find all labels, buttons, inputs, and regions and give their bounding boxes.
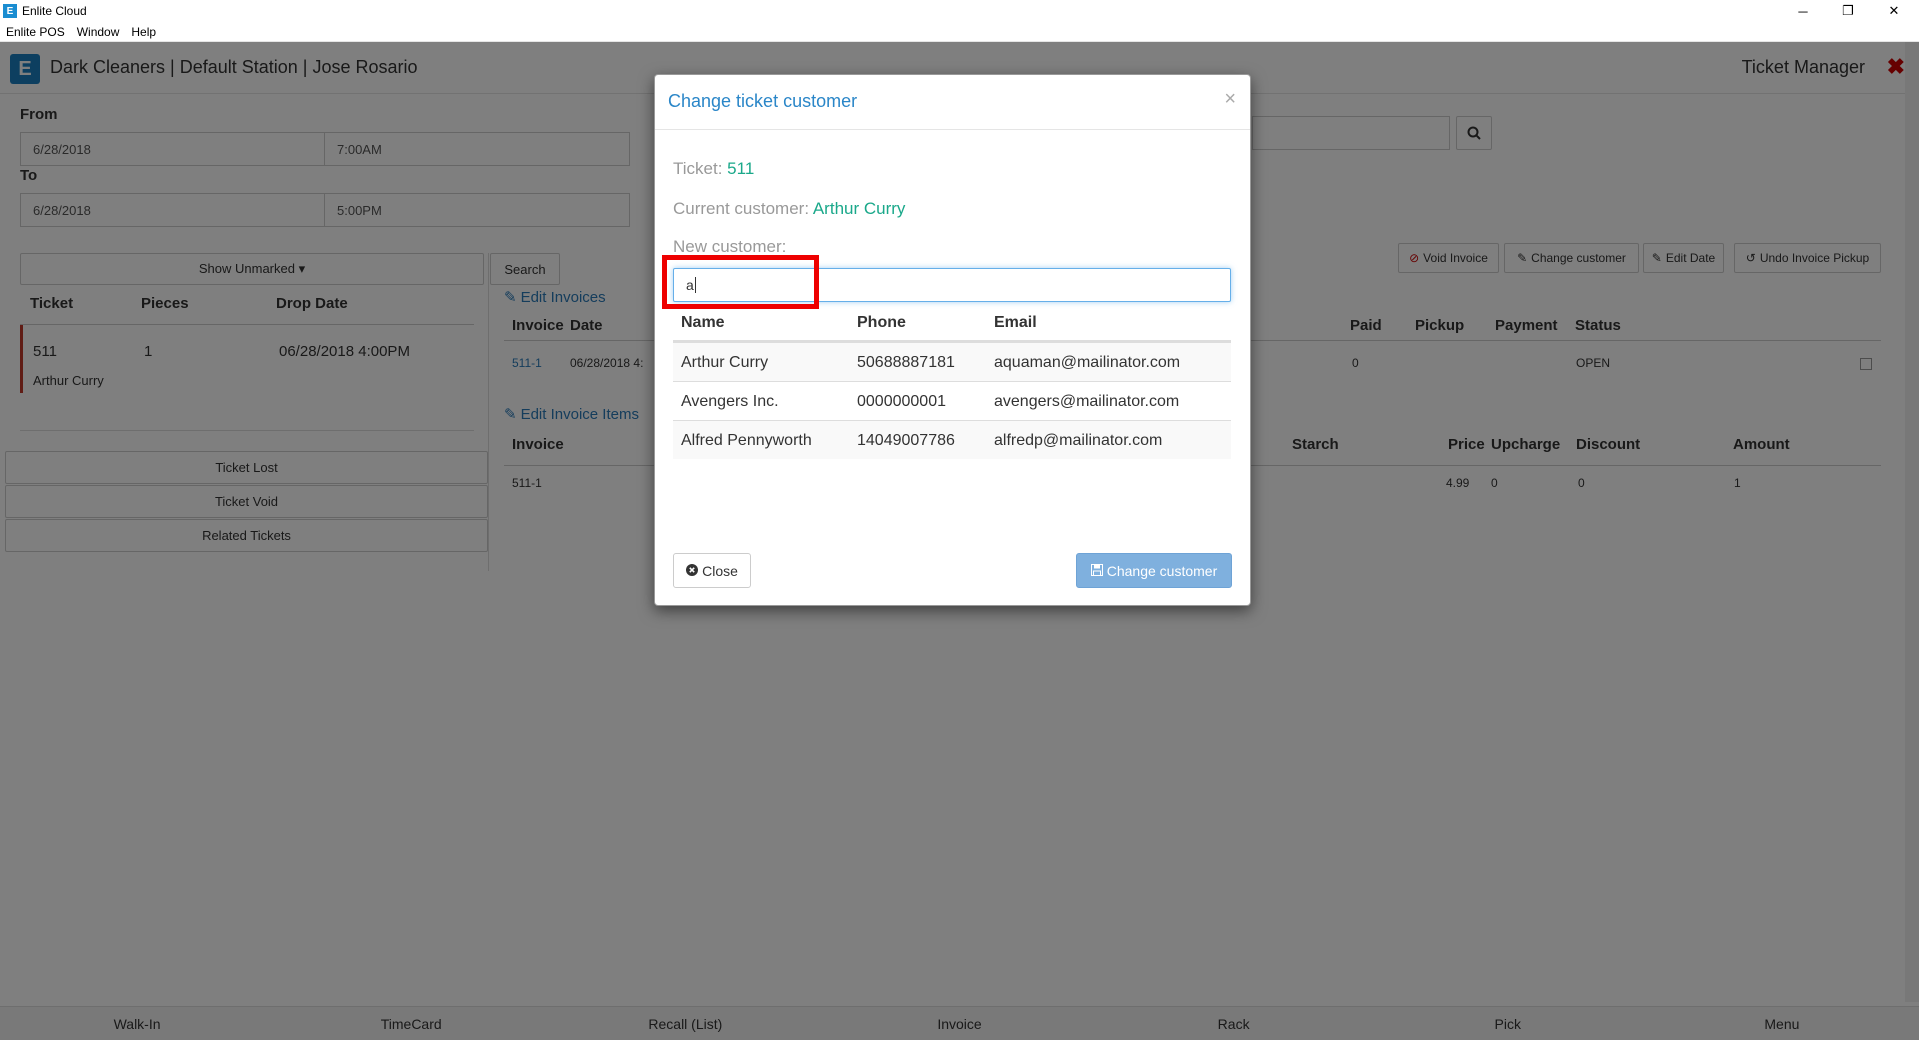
col-name: Name [681, 314, 725, 331]
restore-button[interactable]: ❐ [1826, 0, 1870, 22]
current-customer-label: Current customer: [673, 199, 810, 218]
col-email: Email [994, 314, 1037, 331]
menu-help[interactable]: Help [125, 25, 162, 39]
app-icon: E [3, 4, 17, 18]
customer-phone: 0000000001 [857, 393, 946, 410]
ticket-info: Ticket: 511 [673, 159, 754, 179]
table-row[interactable]: Alfred Pennyworth 14049007786 alfredp@ma… [673, 420, 1231, 459]
modal-close-icon[interactable]: × [1224, 88, 1236, 111]
save-icon [1090, 563, 1103, 579]
customer-phone: 50688887181 [857, 354, 955, 371]
customer-email: alfredp@mailinator.com [994, 432, 1163, 449]
customer-name: Alfred Pennyworth [681, 432, 812, 449]
new-customer-label: New customer: [673, 237, 787, 256]
change-customer-submit-button[interactable]: Change customer [1076, 553, 1232, 588]
customer-phone: 14049007786 [857, 432, 955, 449]
ticket-info-value: 511 [727, 159, 755, 178]
customer-name: Arthur Curry [681, 354, 769, 371]
modal-divider [655, 129, 1250, 130]
customer-email: avengers@mailinator.com [994, 393, 1180, 410]
current-customer-value: Arthur Curry [812, 199, 906, 218]
customer-name: Avengers Inc. [681, 393, 779, 410]
close-button-label: Close [702, 562, 738, 579]
window-titlebar: E Enlite Cloud [0, 0, 1919, 22]
customer-results-table: Name Phone Email Arthur Curry 5068888718… [673, 305, 1231, 459]
table-row[interactable]: Arthur Curry 50688887181 aquaman@mailina… [673, 342, 1231, 381]
change-customer-modal: Change ticket customer × Ticket: 511 Cur… [654, 74, 1251, 606]
ticket-info-label: Ticket: [673, 159, 723, 178]
table-row[interactable]: Avengers Inc. 0000000001 avengers@mailin… [673, 381, 1231, 420]
menu-window[interactable]: Window [71, 25, 126, 39]
col-phone: Phone [857, 314, 906, 331]
menu-bar: Enlite POS Window Help [0, 22, 1919, 42]
close-circle-icon [686, 563, 699, 579]
results-header: Name Phone Email [673, 305, 1231, 342]
close-button[interactable]: Close [673, 553, 751, 588]
modal-title: Change ticket customer [668, 91, 858, 111]
minimize-button[interactable]: ─ [1781, 0, 1825, 22]
current-customer-info: Current customer: Arthur Curry [673, 199, 905, 219]
window-title: Enlite Cloud [22, 4, 87, 18]
menu-enlite-pos[interactable]: Enlite POS [0, 25, 71, 39]
customer-email: aquaman@mailinator.com [994, 354, 1181, 371]
change-customer-submit-label: Change customer [1106, 562, 1218, 579]
highlight-box [662, 255, 819, 309]
window-close-button[interactable]: ✕ [1872, 0, 1916, 22]
